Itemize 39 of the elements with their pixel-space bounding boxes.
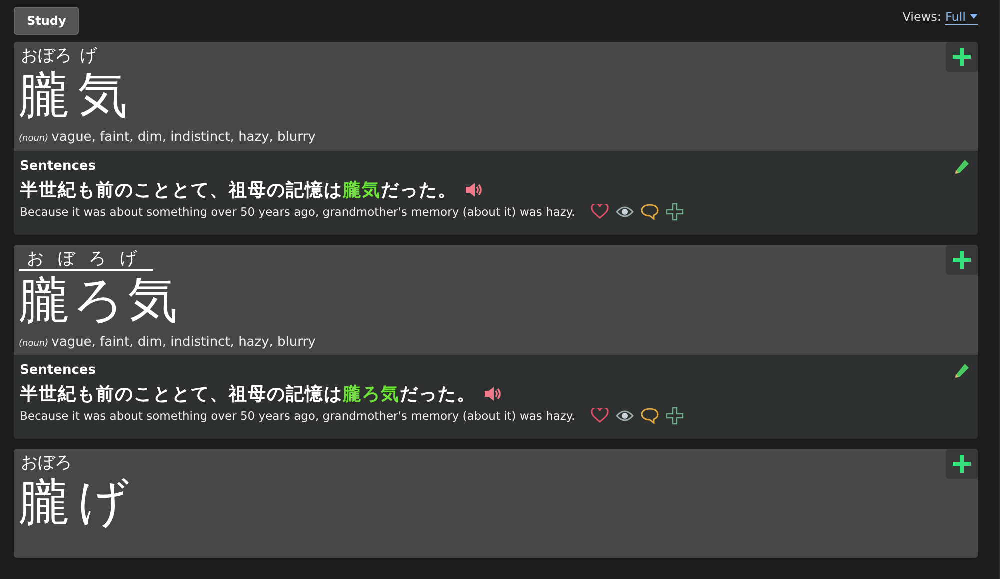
plus-icon — [953, 251, 971, 269]
add-button[interactable] — [946, 449, 978, 479]
speech-bubble-icon[interactable] — [641, 408, 660, 424]
views-dropdown[interactable]: Full — [945, 10, 978, 24]
sentence-text: 半世紀も前のこととて、祖母の記憶は朧ろ気だった。 — [20, 383, 476, 406]
meaning-text: (noun) vague, faint, dim, indistinct, hazy, blurry — [19, 130, 317, 145]
plus-icon[interactable] — [666, 407, 684, 425]
reading-text: おぼろ — [20, 46, 73, 66]
eye-icon[interactable] — [616, 410, 634, 422]
heart-icon[interactable] — [591, 408, 610, 424]
speaker-icon[interactable] — [484, 386, 502, 402]
plus-icon — [953, 48, 971, 66]
reading-text: おぼろ — [20, 453, 73, 473]
pencil-icon[interactable] — [954, 363, 970, 379]
eye-icon[interactable] — [616, 206, 634, 218]
sentence-text: 半世紀も前のこととて、祖母の記憶は朧気だった。 — [20, 179, 457, 202]
plus-icon — [953, 455, 971, 473]
sentences-title: Sentences — [20, 363, 96, 378]
heart-icon[interactable] — [591, 204, 610, 220]
meaning-text: (noun) vague, faint, dim, indistinct, hazy, blurry — [19, 335, 317, 350]
word-text: 朧 — [19, 473, 73, 531]
views-label: Views: — [902, 10, 942, 24]
pencil-icon[interactable] — [954, 159, 970, 175]
study-button[interactable]: Study — [14, 7, 80, 35]
plus-icon[interactable] — [666, 203, 684, 221]
add-button[interactable] — [946, 245, 978, 275]
add-button[interactable] — [946, 42, 978, 72]
reading-text: おぼろげ — [19, 249, 153, 271]
translation-text: Because it was about something over 50 years ago, grandmother's memory (about it) was hazy. — [20, 409, 576, 423]
translation-text: Because it was about something over 50 years ago, grandmother's memory (about it) was hazy. — [20, 205, 576, 219]
word-text: げ — [78, 473, 133, 531]
sentences-title: Sentences — [20, 159, 96, 174]
word-text: 気 — [78, 66, 132, 124]
speech-bubble-icon[interactable] — [641, 204, 660, 220]
caret-icon — [970, 14, 978, 19]
word-text: 朧 — [19, 66, 73, 124]
speaker-icon[interactable] — [465, 182, 483, 198]
reading-text: げ — [79, 46, 98, 66]
word-text: 朧ろ気 — [19, 271, 182, 329]
